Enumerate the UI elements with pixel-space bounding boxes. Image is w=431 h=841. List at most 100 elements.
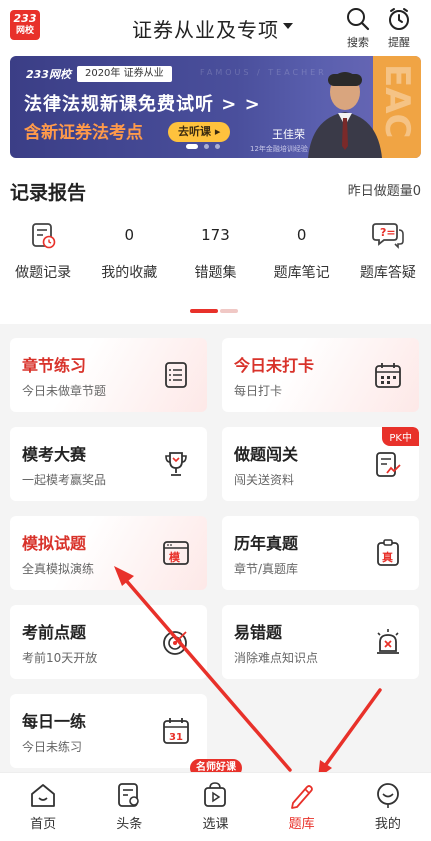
card-subtitle: 考前10天开放 <box>22 651 98 665</box>
feature-grid: 章节练习 今日未做章节题 今日未打卡 每日打卡 模考大赛 一起模考赢奖品 做题闯… <box>0 324 431 772</box>
records-title: 记录报告 <box>10 182 87 204</box>
bottom-tab-bar: 首页 头条 选课 题库 我的 <box>0 772 431 841</box>
card-mock-contest[interactable]: 模考大赛 一起模考赢奖品 <box>10 427 207 501</box>
banner-headline: 法律法规新课免费试听 > > <box>24 94 261 115</box>
search-label: 搜索 <box>347 36 369 49</box>
card-subtitle: 全真模拟演练 <box>22 562 95 576</box>
remind-label: 提醒 <box>388 36 410 49</box>
calendar-31-icon: 31 <box>163 718 189 744</box>
card-level-challenge[interactable]: 做题闯关 闯关送资料 PK中 <box>222 427 419 501</box>
search-icon <box>347 8 370 31</box>
exam-selector[interactable]: 证券从业及专项 <box>132 14 293 42</box>
card-chapter-practice[interactable]: 章节练习 今日未做章节题 <box>10 338 207 412</box>
logo-line1: 233 <box>13 12 37 25</box>
trophy-icon <box>165 452 187 476</box>
banner-year-tag: 2020年 证券从业 <box>76 66 172 82</box>
stat-value: 173 <box>201 226 230 244</box>
alarm-icon <box>377 629 399 654</box>
stat-label: 错题集 <box>194 265 237 281</box>
card-subtitle: 消除难点知识点 <box>234 651 319 665</box>
tab-label: 我的 <box>374 817 401 832</box>
teacher-description: 12年金融培训经验 <box>250 145 308 153</box>
stat-qa[interactable]: ?= 题库答疑 <box>345 218 431 288</box>
alarm-clock-icon <box>389 8 409 30</box>
logo-line2: 网校 <box>15 26 34 36</box>
teacher-photo <box>308 72 382 158</box>
card-title: 每日一练 <box>22 712 87 731</box>
home-indicator-area <box>0 836 431 841</box>
stat-label: 题库答疑 <box>359 265 416 281</box>
card-subtitle: 今日未做章节题 <box>22 384 107 398</box>
pen-icon <box>290 785 313 809</box>
exam-title: 证券从业及专项 <box>132 17 279 42</box>
mock-window-icon: 模 <box>163 541 189 565</box>
card-title: 易错题 <box>234 623 283 642</box>
caret-down-icon <box>283 23 293 29</box>
search-button[interactable]: 搜索 <box>340 4 376 50</box>
page-indicator <box>190 309 240 313</box>
tab-label: 选课 <box>202 817 229 832</box>
home-icon <box>31 784 55 807</box>
card-pre-exam-tips[interactable]: 考前点题 考前10天开放 <box>10 605 207 679</box>
remind-button[interactable]: 提醒 <box>381 4 417 50</box>
card-subtitle: 今日未练习 <box>22 740 83 754</box>
card-past-exams[interactable]: 历年真题 章节/真题库 真 <box>222 516 419 590</box>
card-title: 历年真题 <box>234 534 299 553</box>
teacher-name: 王佳荣 <box>272 128 305 141</box>
listen-button[interactable]: 去听课 ▸ <box>168 122 231 142</box>
news-icon <box>118 783 140 807</box>
banner-subline: 含新证券法考点 <box>24 123 143 143</box>
tab-label: 头条 <box>116 817 143 832</box>
records-stats: 做题记录 0 我的收藏 173 错题集 0 题库笔记 ?= 题库答疑 <box>0 218 431 288</box>
pagination-dot[interactable] <box>215 144 220 149</box>
tab-courses[interactable]: 选课 <box>172 773 258 841</box>
stat-notes[interactable]: 0 题库笔记 <box>259 218 345 288</box>
card-title: 做题闯关 <box>234 445 299 464</box>
stat-label: 我的收藏 <box>101 265 158 281</box>
tab-news[interactable]: 头条 <box>86 773 172 841</box>
card-subtitle: 章节/真题库 <box>234 562 299 576</box>
svg-text:?=: ?= <box>380 226 396 239</box>
stat-value: 0 <box>296 226 307 244</box>
card-title: 考前点题 <box>22 623 87 642</box>
app-logo: 233 网校 <box>10 10 40 40</box>
banner-pagination <box>186 144 226 149</box>
real-exam-icon: 真 <box>377 539 399 566</box>
stat-wrong-questions[interactable]: 173 错题集 <box>172 218 258 288</box>
mock-icon-text: 模 <box>169 550 181 564</box>
card-mock-exam[interactable]: 模拟试题 全真模拟演练 模 <box>10 516 207 590</box>
card-daily-practice[interactable]: 每日一练 今日未练习 31 <box>10 694 207 768</box>
list-document-icon <box>165 362 187 388</box>
card-subtitle: 每日打卡 <box>234 384 283 398</box>
tab-profile[interactable]: 我的 <box>345 773 431 841</box>
app-header: 233 网校 证券从业及专项 搜索 提醒 <box>0 0 431 56</box>
card-title: 今日未打卡 <box>234 356 315 375</box>
card-subtitle: 一起模考赢奖品 <box>22 473 107 487</box>
indicator-active <box>190 309 218 313</box>
tab-question-bank[interactable]: 题库 <box>259 773 345 841</box>
chat-question-icon: ?= <box>371 223 404 249</box>
stat-value: 0 <box>124 226 135 244</box>
tab-label: 题库 <box>288 817 315 832</box>
stat-practice-record[interactable]: 做题记录 <box>0 218 86 288</box>
card-error-prone[interactable]: 易错题 消除难点知识点 <box>222 605 419 679</box>
pagination-dot[interactable] <box>186 144 198 149</box>
card-title: 模考大赛 <box>22 445 87 464</box>
stat-favorites[interactable]: 0 我的收藏 <box>86 218 172 288</box>
stat-label: 题库笔记 <box>273 265 330 281</box>
indicator-inactive <box>220 309 238 313</box>
pagination-dot[interactable] <box>204 144 209 149</box>
clipboard-clock-icon <box>32 223 56 249</box>
card-title: 章节练习 <box>22 356 87 375</box>
tab-label: 首页 <box>30 817 57 832</box>
calendar-day-text: 31 <box>169 732 183 743</box>
banner-brand: 233网校 <box>26 68 71 81</box>
card-daily-checkin[interactable]: 今日未打卡 每日打卡 <box>222 338 419 412</box>
play-bag-icon <box>204 782 227 807</box>
yesterday-count[interactable]: 昨日做题量0 <box>348 180 421 199</box>
real-icon-text: 真 <box>382 550 393 564</box>
promo-banner[interactable]: 233网校 2020年 证券从业 FAMOUS / TEACHER 法律法规新课… <box>10 56 421 158</box>
tab-home[interactable]: 首页 <box>0 773 86 841</box>
target-icon <box>163 631 187 655</box>
banner-topbar: 233网校 2020年 证券从业 <box>10 64 172 84</box>
